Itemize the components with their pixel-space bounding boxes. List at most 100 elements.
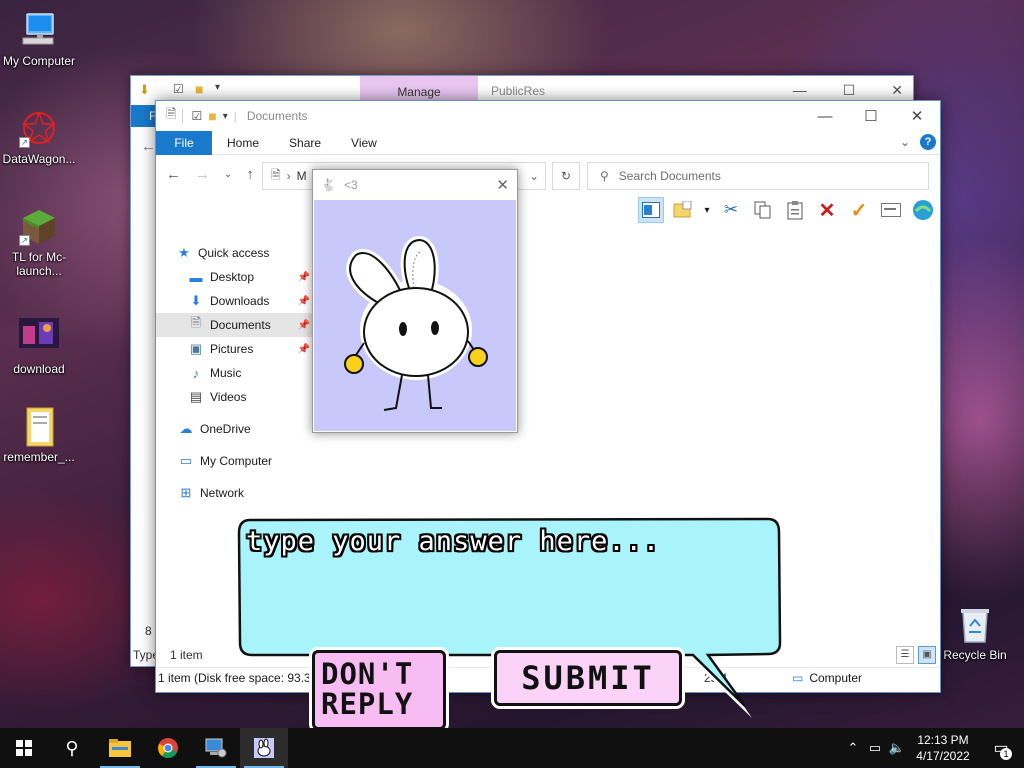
search-input[interactable]: ⚲ Search Documents — [587, 162, 929, 190]
documents-icon: 🗎 — [271, 167, 281, 182]
tab-view[interactable]: View — [336, 136, 392, 150]
start-button[interactable] — [0, 728, 48, 768]
submit-button[interactable]: SUBMIT — [494, 650, 682, 706]
network-icon[interactable]: ▭ — [864, 740, 886, 756]
network-icon: ⊞ — [180, 485, 192, 500]
nav-label: Quick access — [198, 246, 270, 260]
computer-icon: ▭ — [179, 453, 193, 468]
check-icon[interactable]: ✓ — [846, 197, 872, 223]
ribbon-tabs: File Home Share View ⌄ ? — [156, 130, 940, 155]
search-icon: ⚲ — [65, 737, 79, 758]
pin-icon: 📌 — [297, 295, 310, 307]
desktop-icon-label: remember_... — [3, 450, 75, 464]
taskbar-control-panel[interactable] — [192, 728, 240, 768]
cut-icon[interactable]: ✂ — [718, 197, 744, 223]
volume-icon[interactable]: 🔈 — [886, 740, 908, 756]
up-button[interactable]: ↑ — [246, 166, 254, 183]
desktop-icon-datawagon[interactable]: ↗ DataWagon... — [0, 108, 78, 166]
tab-file[interactable]: File — [156, 130, 212, 155]
nav-item-music[interactable]: ♪ Music — [156, 361, 314, 385]
checkbox-icon[interactable]: ☑ — [182, 109, 202, 123]
taskbar-chrome[interactable] — [144, 728, 192, 768]
show-hidden-icons-chevron-icon[interactable]: ⌃ — [842, 740, 864, 756]
rename-icon[interactable] — [878, 197, 904, 223]
taskbar-file-explorer[interactable] — [96, 728, 144, 768]
nav-label: OneDrive — [200, 422, 251, 436]
action-center-button[interactable]: ▭ 1 — [978, 738, 1024, 760]
paste-icon[interactable] — [782, 197, 808, 223]
folder-icon: ■ — [195, 81, 204, 97]
details-view-icon[interactable]: ☰ — [896, 646, 914, 664]
back-button[interactable]: ← — [166, 166, 181, 183]
folder-icon — [19, 406, 59, 447]
tab-home[interactable]: Home — [212, 136, 274, 150]
nav-item-network[interactable]: ⊞ Network — [156, 481, 314, 505]
help-icon[interactable]: ? — [920, 134, 936, 150]
preview-pane-icon[interactable] — [638, 197, 664, 223]
custom-toolbar: ▾ ✂ ✕ ✓ — [638, 197, 936, 223]
dropdown-arrow-icon[interactable]: ▾ — [702, 197, 712, 223]
window-title: PublicRes — [491, 84, 546, 98]
pin-icon: 📌 — [297, 343, 310, 355]
taskbar-bunny-app[interactable] — [240, 728, 288, 768]
nav-item-desktop[interactable]: ▬ Desktop 📌 — [156, 265, 314, 289]
delete-icon[interactable]: ✕ — [814, 197, 840, 223]
nav-label: Documents — [210, 318, 271, 332]
maximize-button[interactable]: ☐ — [848, 101, 894, 131]
dropdown-arrow-icon[interactable]: ▾ — [215, 82, 220, 93]
close-icon[interactable]: ✕ — [891, 82, 903, 99]
desktop-icon-label: My Computer — [2, 54, 76, 68]
datawagon-icon: ↗ — [19, 108, 59, 148]
answer-input[interactable] — [246, 526, 766, 646]
nav-item-my-computer[interactable]: ▭ My Computer — [156, 449, 314, 473]
maximize-icon[interactable]: ☐ — [843, 82, 856, 99]
minimize-icon[interactable]: — — [793, 82, 807, 99]
properties-icon: ⬇ — [139, 82, 150, 97]
nav-item-pictures[interactable]: ▣ Pictures 📌 — [156, 337, 314, 361]
titlebar[interactable]: 🐇 <3 ✕ — [313, 170, 517, 200]
expand-ribbon-icon[interactable]: ⌄ — [900, 135, 910, 149]
computer-icon: ▭ — [792, 671, 804, 685]
globe-icon[interactable] — [910, 197, 936, 223]
nav-label: Videos — [210, 390, 247, 404]
new-folder-icon[interactable]: ■ — [208, 108, 216, 124]
minimize-button[interactable]: — — [802, 101, 848, 131]
desktop-icon-tl-launcher[interactable]: ↗ TL for Mc-launch... — [0, 206, 78, 278]
address-dropdown-icon[interactable]: ⌄ — [529, 169, 539, 183]
dont-reply-button[interactable]: DON'T REPLY — [312, 650, 446, 730]
nav-item-videos[interactable]: ▤ Videos — [156, 385, 314, 409]
chrome-icon — [158, 738, 178, 758]
dropdown-arrow-icon[interactable]: ▾ — [223, 111, 228, 122]
large-icons-view-icon[interactable]: ▣ — [918, 646, 936, 664]
desktop-icon-remember[interactable]: remember_... — [0, 406, 78, 464]
bunny-app-icon: 🐇 — [321, 178, 336, 192]
nav-item-quick-access[interactable]: ★ Quick access — [156, 241, 314, 265]
bunny-popup-window[interactable]: 🐇 <3 ✕ — [312, 169, 518, 433]
nav-item-onedrive[interactable]: ☁ OneDrive — [156, 417, 314, 441]
item-count: 1 item — [170, 648, 203, 662]
system-tray: ⌃ ▭ 🔈 12:13 PM 4/17/2022 ▭ 1 — [842, 728, 1024, 768]
nav-item-documents[interactable]: 🗎 Documents 📌 — [156, 313, 314, 337]
music-note-icon: ♪ — [192, 365, 200, 381]
bunny-canvas — [314, 200, 516, 431]
new-folder-icon[interactable] — [670, 197, 696, 223]
desktop-icon-download[interactable]: download — [0, 318, 78, 376]
titlebar[interactable]: 🗎 ☑ ■ ▾ | Documents — ☐ ✕ — [156, 101, 940, 131]
close-button[interactable]: ✕ — [496, 176, 509, 194]
refresh-button[interactable]: ↻ — [552, 162, 580, 190]
copy-icon[interactable] — [750, 197, 776, 223]
close-button[interactable]: ✕ — [894, 101, 940, 131]
tab-share[interactable]: Share — [274, 136, 336, 150]
desktop-icon-my-computer[interactable]: My Computer — [0, 10, 78, 68]
pictures-icon: ▣ — [189, 341, 203, 356]
cloud-icon: ☁ — [179, 421, 193, 436]
search-button[interactable]: ⚲ — [48, 728, 96, 768]
recent-locations-button[interactable]: ⌄ — [224, 169, 232, 180]
manage-tab[interactable]: Manage — [360, 76, 478, 102]
nav-item-downloads[interactable]: ⬇ Downloads 📌 — [156, 289, 314, 313]
properties-icon[interactable]: 🗎 — [166, 105, 176, 127]
back-arrow-icon[interactable]: ← — [141, 138, 156, 155]
desktop-icon-recycle-bin[interactable]: Recycle Bin — [936, 604, 1014, 662]
forward-button[interactable]: → — [195, 166, 210, 183]
clock[interactable]: 12:13 PM 4/17/2022 — [908, 732, 978, 764]
